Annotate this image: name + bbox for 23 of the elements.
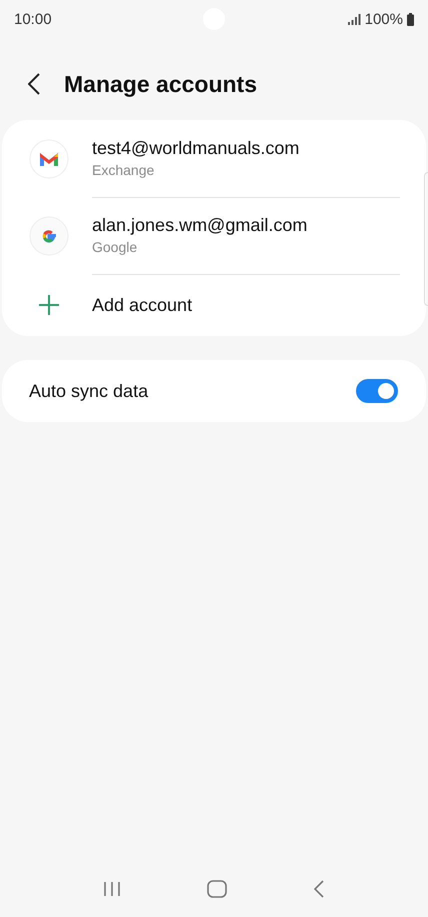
signal-icon	[348, 14, 361, 24]
account-type: Exchange	[92, 162, 156, 178]
g-letter-icon	[29, 216, 69, 256]
auto-sync-label: Auto sync data	[29, 380, 148, 402]
battery-icon	[407, 12, 414, 26]
status-time: 10:00	[14, 10, 52, 28]
account-type: Google	[92, 239, 138, 255]
page-title: Manage accounts	[64, 70, 257, 98]
battery-level: 100%	[364, 10, 403, 28]
account-item[interactable]: test4@worldmanuals.com Exchange	[2, 120, 426, 197]
add-account-item[interactable]: Add account	[2, 274, 426, 336]
auto-sync-row[interactable]: Auto sync data	[2, 360, 426, 422]
back-icon	[313, 880, 325, 898]
envelope-m-icon	[29, 138, 69, 178]
add-account-label: Add account	[92, 294, 194, 316]
account-item[interactable]: alan.jones.wm@gmail.com Google	[2, 197, 426, 274]
recent-apps-icon	[103, 881, 121, 897]
plus-icon	[38, 294, 60, 316]
home-icon	[207, 880, 227, 898]
back-icon	[28, 73, 40, 95]
account-email: test4@worldmanuals.com	[92, 138, 300, 159]
toggle-switch[interactable]	[356, 379, 398, 403]
account-email: alan.jones.wm@gmail.com	[92, 215, 308, 236]
